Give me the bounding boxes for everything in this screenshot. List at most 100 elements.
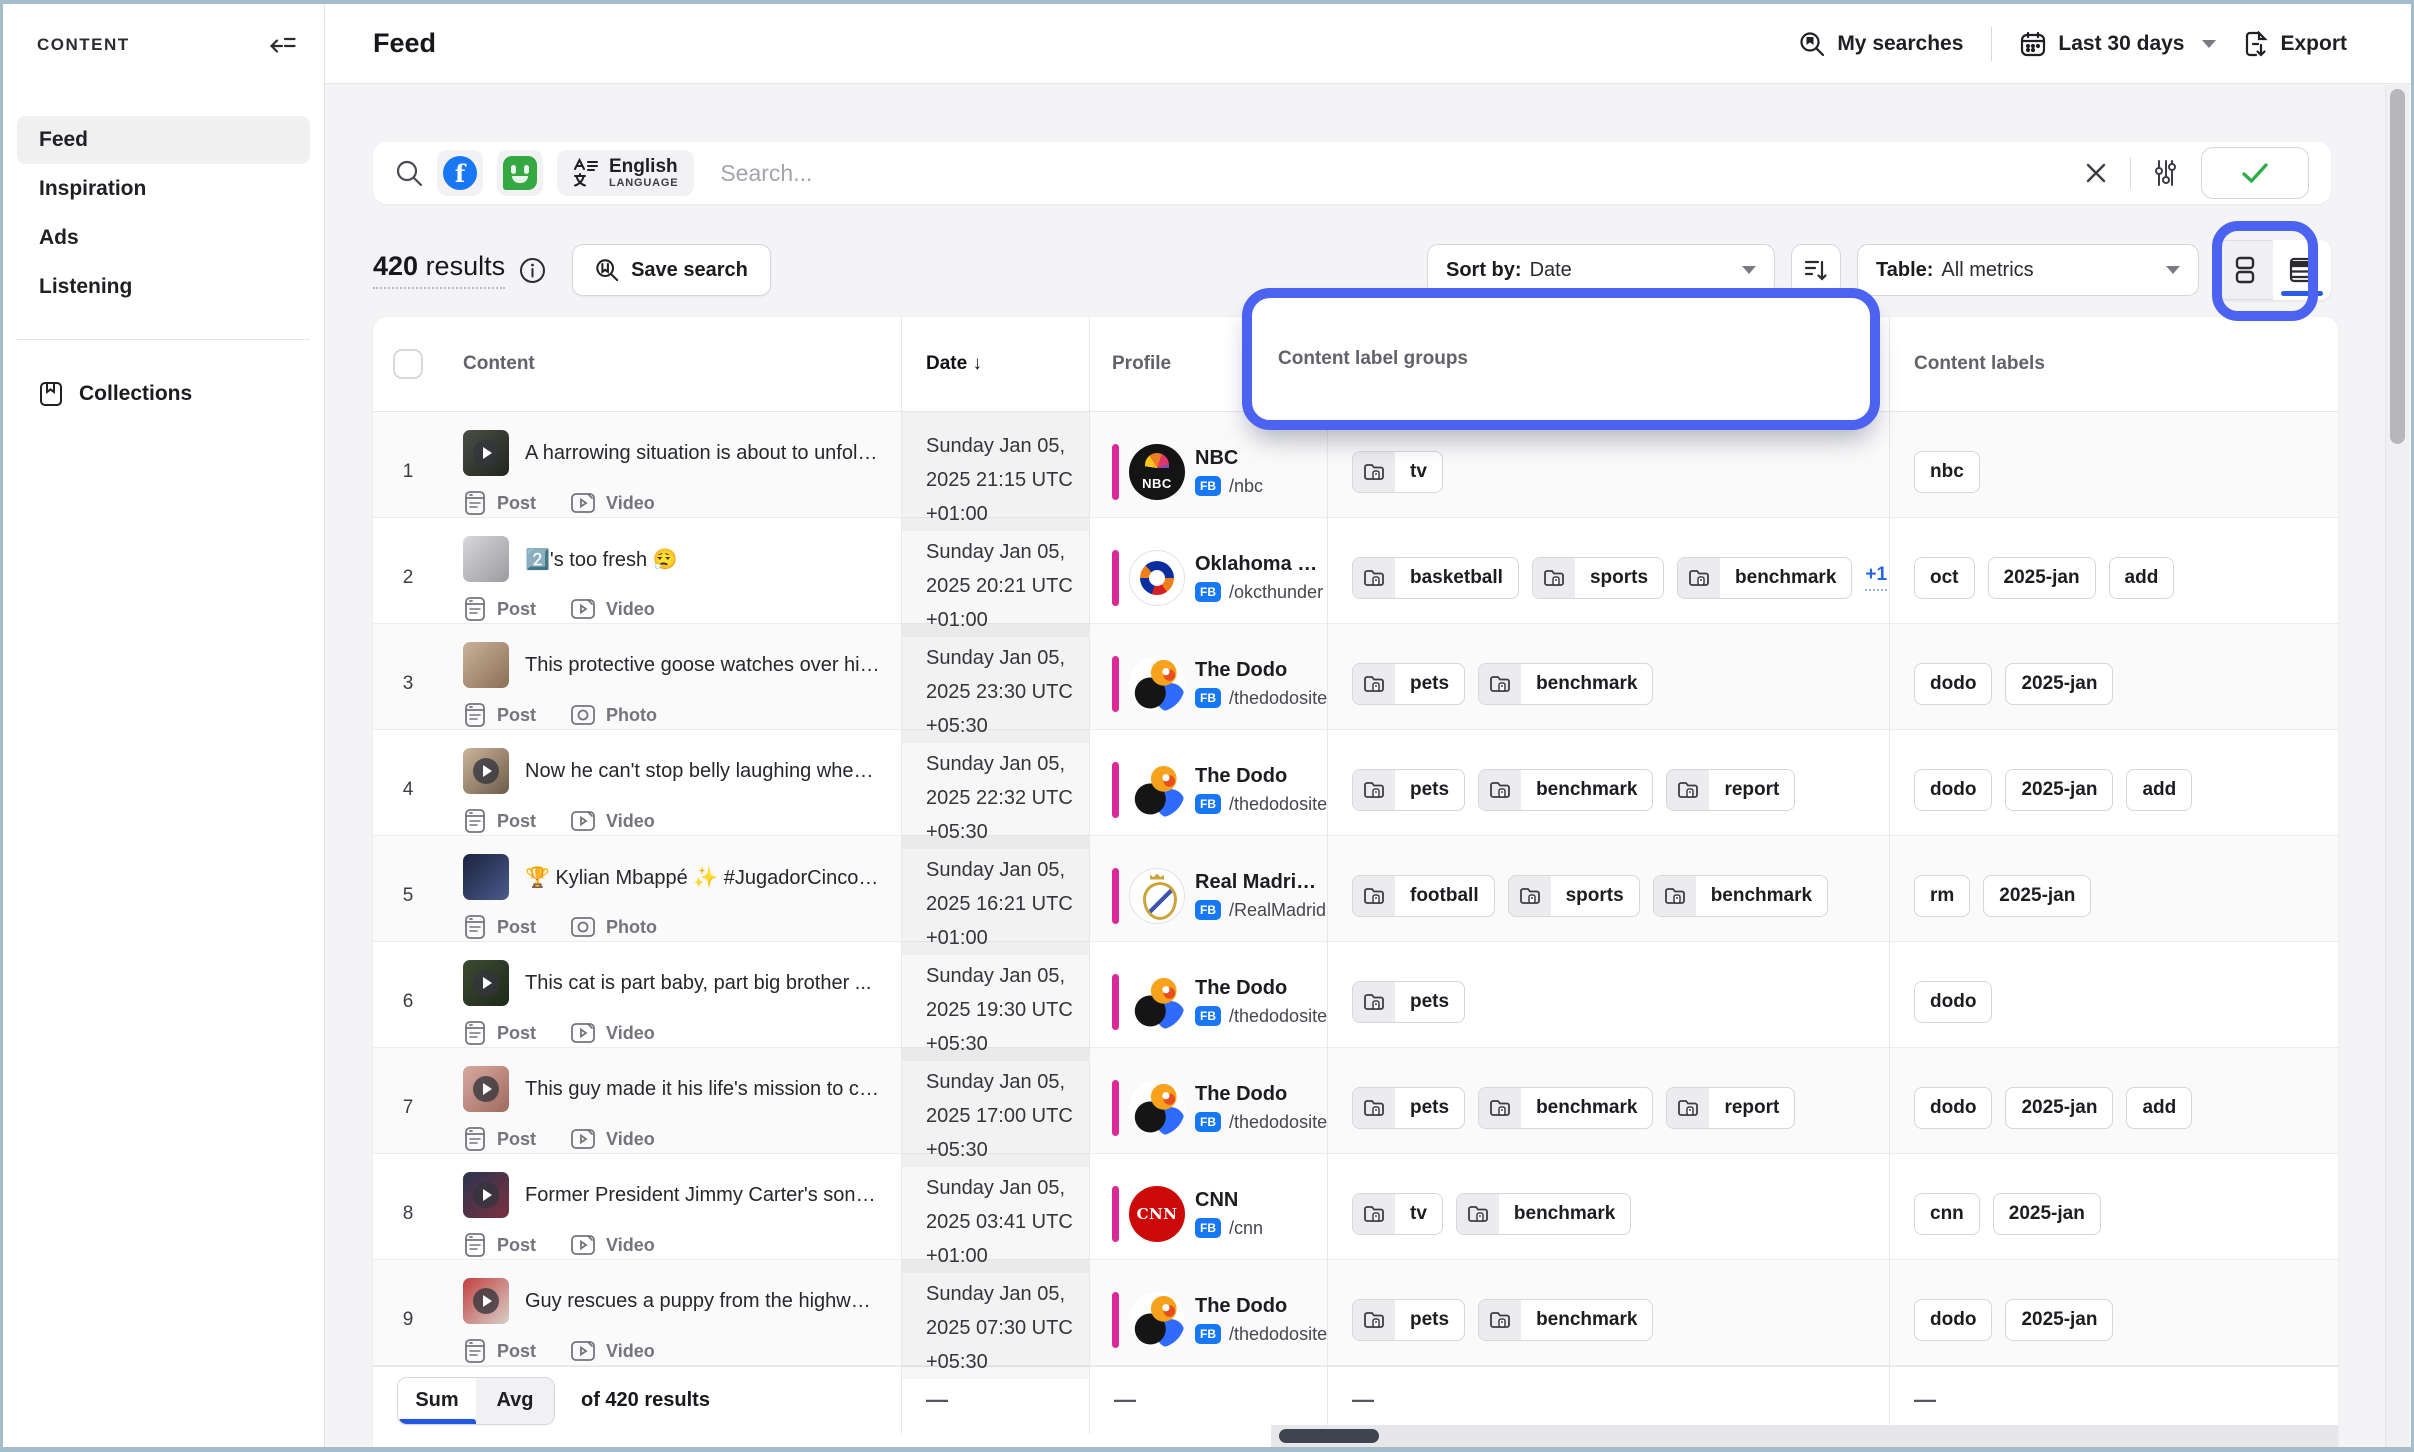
content-label-chip[interactable]: 2025-jan — [2005, 1086, 2114, 1129]
sidebar-item-collections[interactable]: Collections — [17, 370, 310, 418]
content-label-chip[interactable]: dodo — [1914, 1298, 1993, 1341]
label-group-chip[interactable]: benchmark — [1652, 874, 1829, 917]
table-row[interactable]: 7 This guy made it his life's mission to… — [373, 1048, 2338, 1167]
content-label-chip[interactable]: add — [2126, 768, 2193, 811]
table-row[interactable]: 5 🏆 Kylian Mbappé ✨ #JugadorCincoEst... … — [373, 836, 2338, 955]
post-thumbnail[interactable] — [463, 642, 509, 688]
post-thumbnail[interactable] — [463, 748, 509, 794]
column-header-content[interactable]: Content — [443, 317, 901, 411]
profile-cell[interactable]: The Dodo FB/thedodosite — [1089, 1260, 1327, 1379]
content-label-chip[interactable]: 2025-jan — [2005, 1298, 2114, 1341]
label-group-chip[interactable]: benchmark — [1478, 768, 1654, 811]
label-group-chip[interactable]: pets — [1352, 768, 1466, 811]
horizontal-scrollbar-thumb[interactable] — [1279, 1429, 1379, 1443]
label-group-chip[interactable]: pets — [1352, 1086, 1466, 1129]
content-cell[interactable]: This guy made it his life's mission to c… — [443, 1048, 901, 1167]
table-row[interactable]: 2 2️⃣'s too fresh 😮‍💨 Post Video Sunday J… — [373, 518, 2338, 637]
sidebar-item-inspiration[interactable]: Inspiration — [17, 165, 310, 213]
content-label-chip[interactable]: nbc — [1914, 450, 1980, 493]
content-cell[interactable]: A harrowing situation is about to unfold… — [443, 412, 901, 531]
label-group-chip[interactable]: pets — [1352, 662, 1466, 705]
content-cell[interactable]: 2️⃣'s too fresh 😮‍💨 Post Video — [443, 518, 901, 637]
post-thumbnail[interactable] — [463, 1066, 509, 1112]
vertical-scrollbar-thumb[interactable] — [2390, 89, 2405, 444]
filters-icon[interactable] — [2153, 159, 2179, 187]
content-label-chip[interactable]: dodo — [1914, 662, 1993, 705]
label-group-chip[interactable]: pets — [1352, 1298, 1466, 1341]
language-filter-chip[interactable]: English LANGUAGE — [557, 150, 695, 196]
content-label-chip[interactable]: dodo — [1914, 980, 1993, 1023]
column-header-labels[interactable]: Content labels — [1889, 317, 2338, 411]
post-thumbnail[interactable] — [463, 430, 509, 476]
profile-cell[interactable]: Oklahoma City Th... FB/okcthunder — [1089, 518, 1327, 637]
more-label-groups-link[interactable]: +1 — [1865, 564, 1888, 591]
label-group-chip[interactable]: tv — [1352, 450, 1443, 493]
info-icon[interactable] — [519, 257, 546, 284]
date-range-button[interactable]: Last 30 days — [2020, 31, 2217, 57]
label-group-chip[interactable]: pets — [1352, 980, 1466, 1023]
profile-cell[interactable]: CNN CNN FB/cnn — [1089, 1154, 1327, 1273]
label-group-chip[interactable]: tv — [1352, 1192, 1443, 1235]
sidebar-item-ads[interactable]: Ads — [17, 214, 310, 262]
content-cell[interactable]: This cat is part baby, part big brother … — [443, 942, 901, 1061]
content-label-chip[interactable]: add — [2126, 1086, 2193, 1129]
content-cell[interactable]: Guy rescues a puppy from the highway ...… — [443, 1260, 901, 1379]
post-thumbnail[interactable] — [463, 536, 509, 582]
save-search-button[interactable]: Save search — [572, 244, 771, 296]
collapse-sidebar-icon[interactable] — [270, 34, 296, 58]
label-group-chip[interactable]: benchmark — [1677, 556, 1853, 599]
facebook-filter-chip[interactable]: f — [437, 150, 483, 196]
vertical-scrollbar[interactable] — [2385, 85, 2409, 1447]
table-row[interactable]: 8 Former President Jimmy Carter's son C.… — [373, 1154, 2338, 1273]
horizontal-scrollbar[interactable] — [1271, 1425, 2338, 1447]
label-group-chip[interactable]: benchmark — [1478, 1086, 1654, 1129]
sidebar-item-listening[interactable]: Listening — [17, 263, 310, 311]
my-searches-button[interactable]: My searches — [1799, 31, 1963, 57]
table-row[interactable]: 3 This protective goose watches over his… — [373, 624, 2338, 743]
profile-cell[interactable]: The Dodo FB/thedodosite — [1089, 624, 1327, 743]
sum-toggle-button[interactable]: Sum — [398, 1377, 476, 1424]
sidebar-item-feed[interactable]: Feed — [17, 116, 310, 164]
select-all-checkbox[interactable] — [393, 349, 423, 379]
label-group-chip[interactable]: report — [1666, 768, 1796, 811]
profile-cell[interactable]: The Dodo FB/thedodosite — [1089, 730, 1327, 849]
profile-cell[interactable]: The Dodo FB/thedodosite — [1089, 1048, 1327, 1167]
label-group-chip[interactable]: basketball — [1352, 556, 1519, 599]
content-label-chip[interactable]: oct — [1914, 556, 1975, 599]
label-group-chip[interactable]: benchmark — [1455, 1192, 1632, 1235]
profile-cell[interactable]: The Dodo FB/thedodosite — [1089, 942, 1327, 1061]
search-input[interactable]: Search... — [720, 160, 2084, 187]
label-group-chip[interactable]: sports — [1531, 556, 1665, 599]
table-metrics-dropdown[interactable]: Table: All metrics — [1857, 244, 2199, 296]
content-label-chip[interactable]: dodo — [1914, 1086, 1993, 1129]
content-label-chip[interactable]: 2025-jan — [2005, 768, 2114, 811]
table-row[interactable]: 4 Now he can't stop belly laughing when … — [373, 730, 2338, 849]
content-cell[interactable]: This protective goose watches over his .… — [443, 624, 901, 743]
label-group-chip[interactable]: sports — [1507, 874, 1640, 917]
content-label-chip[interactable]: 2025-jan — [2005, 662, 2114, 705]
avg-toggle-button[interactable]: Avg — [476, 1377, 554, 1424]
content-label-chip[interactable]: 2025-jan — [1987, 556, 2096, 599]
table-row[interactable]: 9 Guy rescues a puppy from the highway .… — [373, 1260, 2338, 1379]
label-group-chip[interactable]: benchmark — [1478, 1298, 1654, 1341]
post-thumbnail[interactable] — [463, 854, 509, 900]
post-thumbnail[interactable] — [463, 1172, 509, 1218]
content-label-chip[interactable]: 2025-jan — [1992, 1192, 2101, 1235]
table-row[interactable]: 6 This cat is part baby, part big brothe… — [373, 942, 2338, 1061]
content-cell[interactable]: Former President Jimmy Carter's son C...… — [443, 1154, 901, 1273]
content-cell[interactable]: Now he can't stop belly laughing when ..… — [443, 730, 901, 849]
post-thumbnail[interactable] — [463, 960, 509, 1006]
sentiment-filter-chip[interactable] — [497, 150, 543, 196]
label-group-chip[interactable]: football — [1352, 874, 1495, 917]
content-label-chip[interactable]: rm — [1914, 874, 1971, 917]
profile-cell[interactable]: Real Madrid C.F. FB/RealMadrid — [1089, 836, 1327, 955]
content-label-chip[interactable]: cnn — [1914, 1192, 1980, 1235]
export-button[interactable]: Export — [2244, 30, 2347, 58]
post-thumbnail[interactable] — [463, 1278, 509, 1324]
label-group-chip[interactable]: report — [1666, 1086, 1796, 1129]
label-group-chip[interactable]: benchmark — [1478, 662, 1654, 705]
clear-search-icon[interactable] — [2084, 161, 2108, 185]
content-cell[interactable]: 🏆 Kylian Mbappé ✨ #JugadorCincoEst... Po… — [443, 836, 901, 955]
content-label-chip[interactable]: 2025-jan — [1983, 874, 2092, 917]
content-label-chip[interactable]: add — [2108, 556, 2175, 599]
